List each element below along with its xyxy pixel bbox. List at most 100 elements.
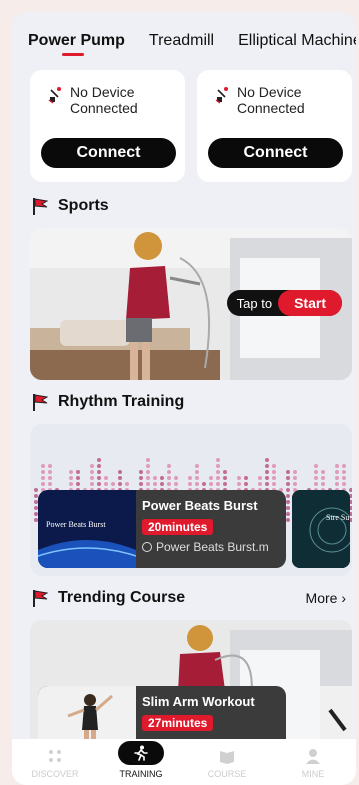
equalizer-dot — [314, 464, 318, 468]
equalizer-dot — [76, 470, 80, 474]
rhythm-next-card-text: Stre Su — [326, 513, 350, 522]
rhythm-card-file-name: Power Beats Burst.m — [156, 540, 269, 554]
equalizer-dot — [167, 470, 171, 474]
section-title-rhythm: Rhythm Training — [58, 393, 185, 410]
equalizer-dot — [146, 482, 150, 486]
equalizer-dot — [139, 476, 143, 480]
nav-discover[interactable]: DISCOVER — [20, 747, 90, 779]
equalizer-dot — [167, 476, 171, 480]
equalizer-dot — [335, 476, 339, 480]
bottom-navigation: DISCOVER TRAINING COURSE MINE — [12, 739, 356, 785]
rhythm-next-card[interactable]: Stre Su — [292, 490, 350, 568]
rhythm-header: Rhythm Training — [30, 392, 352, 412]
rhythm-course-card[interactable]: Power Beats Burst Power Beats Burst 20mi… — [38, 490, 286, 568]
equalizer-dot — [349, 488, 352, 492]
equalizer-dot — [286, 488, 290, 492]
equalizer-dot — [146, 476, 150, 480]
equalizer-dot — [244, 476, 248, 480]
connect-button-2[interactable]: Connect — [208, 138, 343, 168]
equalizer-dot — [237, 476, 241, 480]
rhythm-carousel[interactable]: Power Beats Burst Power Beats Burst 20mi… — [30, 424, 352, 576]
equalizer-dot — [41, 470, 45, 474]
training-icon — [134, 745, 148, 761]
device-status-line2: Connected — [237, 100, 305, 116]
nav-mine[interactable]: MINE — [278, 747, 348, 779]
mine-icon — [306, 749, 320, 764]
equalizer-dot — [244, 482, 248, 486]
equalizer-dot — [223, 470, 227, 474]
equalizer-dot — [265, 464, 269, 468]
equalizer-dot — [48, 476, 52, 480]
equalizer-dot — [76, 482, 80, 486]
tap-to-start-button[interactable]: Tap to Start — [226, 290, 342, 316]
equalizer-dot — [216, 464, 220, 468]
tab-treadmill[interactable]: Treadmill — [149, 32, 214, 50]
equalizer-dot — [321, 482, 325, 486]
start-label: Start — [278, 290, 342, 316]
disconnected-device-icon — [48, 87, 61, 104]
equalizer-dot — [153, 476, 157, 480]
equalizer-dot — [335, 470, 339, 474]
equalizer-dot — [286, 482, 290, 486]
equalizer-dot — [139, 482, 143, 486]
equalizer-dot — [195, 476, 199, 480]
nav-label-course: COURSE — [207, 769, 247, 779]
equalizer-dot — [286, 476, 290, 480]
trending-card-title: Slim Arm Workout — [142, 694, 255, 709]
equalizer-dot — [258, 482, 262, 486]
device-card-2: No Device Connected Connect — [197, 70, 352, 182]
tab-elliptical-machine[interactable]: Elliptical Machine — [238, 32, 356, 50]
rhythm-thumb-text: Power Beats Burst — [46, 520, 106, 529]
equalizer-dot — [146, 470, 150, 474]
equalizer-dot — [342, 470, 346, 474]
equalizer-dot — [265, 458, 269, 462]
more-link[interactable]: More › — [306, 590, 346, 606]
connect-button-1[interactable]: Connect — [41, 138, 176, 168]
equalizer-dot — [97, 482, 101, 486]
equalizer-dot — [118, 470, 122, 474]
app-frame: Power Pump Treadmill Elliptical Machine … — [12, 12, 356, 785]
equalizer-dot — [293, 482, 297, 486]
equalizer-dot — [160, 482, 164, 486]
equalizer-dot — [104, 476, 108, 480]
device-cards: No Device Connected Connect No Device Co… — [30, 70, 352, 182]
equalizer-dot — [167, 482, 171, 486]
equalizer-dot — [146, 464, 150, 468]
equalizer-dot — [286, 512, 290, 516]
equalizer-dot — [174, 482, 178, 486]
nav-course[interactable]: COURSE — [192, 747, 262, 779]
chevron-right-icon: › — [341, 590, 346, 606]
flag-icon — [33, 394, 49, 411]
equalizer-dot — [69, 476, 73, 480]
more-label: More — [305, 590, 338, 606]
device-card-1: No Device Connected Connect — [30, 70, 185, 182]
nav-training[interactable]: TRAINING — [106, 741, 176, 779]
equalizer-dot — [111, 482, 115, 486]
flag-icon — [33, 590, 49, 607]
equalizer-dot — [195, 482, 199, 486]
tab-power-pump[interactable]: Power Pump — [28, 32, 125, 56]
equalizer-dot — [272, 482, 276, 486]
device-status: No Device Connected — [42, 84, 173, 116]
equalizer-dot — [90, 482, 94, 486]
equalizer-dot — [188, 482, 192, 486]
rhythm-card-title: Power Beats Burst — [142, 498, 258, 513]
section-title-sports: Sports — [58, 197, 109, 214]
discover-icon — [49, 750, 61, 762]
sports-banner[interactable]: Tap to Start — [30, 228, 352, 380]
trending-header: Trending Course More › — [30, 588, 352, 608]
device-status-line1: No Device — [237, 84, 302, 100]
trending-carousel[interactable]: Slim Arm Workout 27minutes — [30, 620, 352, 752]
equalizer-dot — [216, 476, 220, 480]
equalizer-dot — [314, 470, 318, 474]
equalizer-dot — [293, 476, 297, 480]
equalizer-dot — [125, 482, 129, 486]
equalizer-dot — [223, 482, 227, 486]
equipment-tabs: Power Pump Treadmill Elliptical Machine — [28, 32, 356, 56]
equalizer-dot — [223, 476, 227, 480]
equalizer-dot — [209, 476, 213, 480]
equalizer-dot — [342, 464, 346, 468]
equalizer-dot — [314, 476, 318, 480]
equalizer-dot — [160, 476, 164, 480]
equalizer-dot — [48, 470, 52, 474]
